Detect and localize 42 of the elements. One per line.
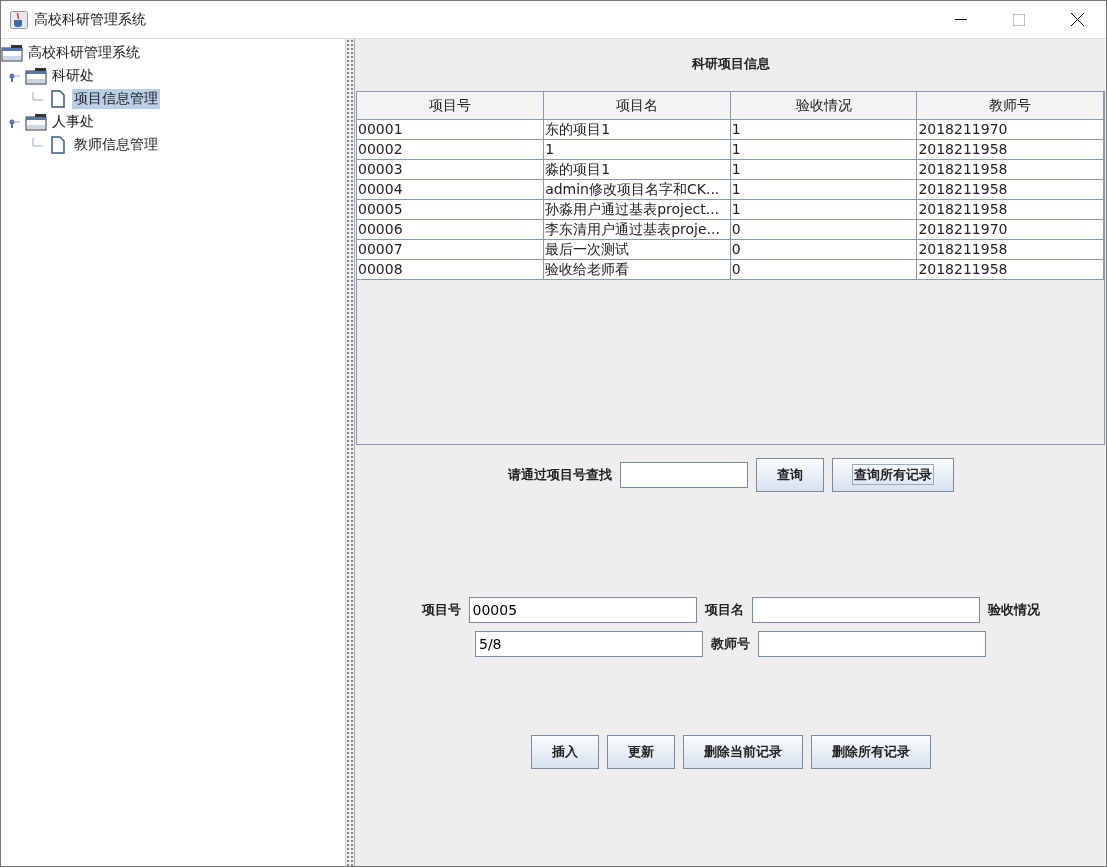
input-field[interactable] [751, 597, 980, 623]
table-cell: 00002 [357, 139, 544, 160]
input-field[interactable]: 5/8 [475, 631, 703, 657]
input-field[interactable] [758, 631, 986, 657]
minimize-icon[interactable] [955, 18, 967, 21]
column-header[interactable]: 项目号 [357, 92, 544, 120]
table-cell: 00008 [357, 259, 544, 280]
field-label: 教师号 [711, 635, 750, 653]
table-cell: 00006 [357, 219, 544, 240]
search-field[interactable] [619, 462, 748, 488]
panel-title: 科研项目信息 [690, 55, 771, 73]
table-cell: 00004 [357, 179, 544, 200]
tree-item[interactable]: 教师信息管理 [72, 134, 160, 155]
field-label: 项目号 [421, 601, 461, 619]
coffee-cup-icon [10, 10, 28, 29]
search-label: 请通过项目号查找 [507, 466, 612, 484]
action-button[interactable]: 删除所有记录 [810, 735, 931, 769]
column-header[interactable]: 教师号 [916, 92, 1104, 120]
column-header[interactable]: 项目名 [543, 92, 731, 120]
action-button[interactable]: 插入 [530, 735, 599, 769]
column-header[interactable]: 验收情况 [730, 92, 917, 120]
query-button[interactable]: 查询 [755, 458, 824, 492]
tree-item[interactable]: 项目信息管理 [72, 88, 160, 109]
table-cell: 00003 [357, 159, 544, 180]
field-label: 验收情况 [987, 601, 1040, 619]
folder-icon [25, 66, 47, 85]
window-title: 高校科研管理系统 [34, 10, 147, 29]
table-cell: 00001 [357, 119, 544, 140]
close-icon[interactable] [1070, 13, 1084, 26]
action-button[interactable]: 更新 [606, 735, 675, 769]
query-button[interactable]: 查询所有记录 [831, 458, 954, 492]
tree-item[interactable]: 人事处 [50, 111, 96, 132]
action-button[interactable]: 删除当前记录 [682, 735, 803, 769]
tree-item[interactable]: 科研处 [50, 65, 96, 86]
folder-icon [25, 112, 47, 131]
tree-item[interactable]: 高校科研管理系统 [26, 42, 142, 63]
input-field[interactable]: 00005 [468, 597, 697, 623]
maximize-icon[interactable] [1013, 13, 1025, 26]
table-cell: 00007 [357, 239, 544, 260]
splitter-handle[interactable] [345, 39, 355, 866]
table-cell: 00005 [357, 199, 544, 220]
field-label: 项目名 [704, 601, 744, 619]
